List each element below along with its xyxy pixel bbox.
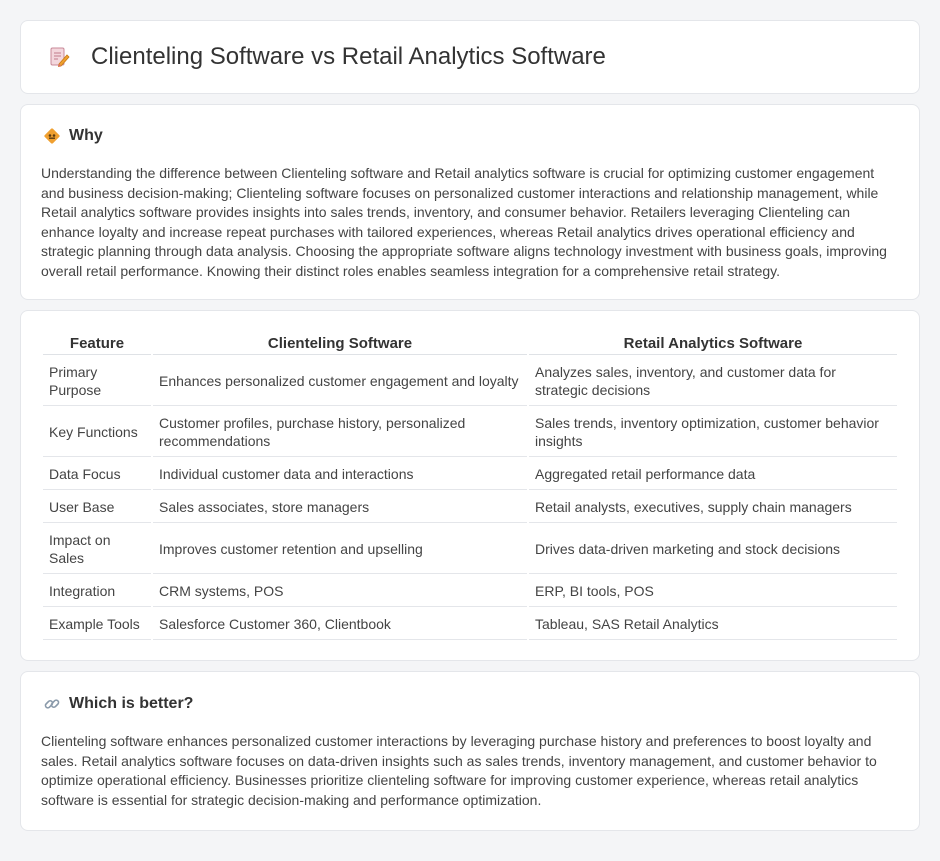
table-cell-clienteling: Sales associates, store managers — [153, 492, 527, 523]
table-cell-feature: Impact on Sales — [43, 525, 151, 574]
table-cell-clienteling: Enhances personalized customer engagemen… — [153, 357, 527, 406]
table-cell-feature: Example Tools — [43, 609, 151, 640]
link-icon — [43, 695, 61, 713]
which-is-better-section: Which is better? Clienteling software en… — [20, 671, 920, 831]
table-row: Data Focus Individual customer data and … — [43, 459, 897, 490]
page: Clienteling Software vs Retail Analytics… — [0, 0, 940, 861]
table-cell-retail-analytics: ERP, BI tools, POS — [529, 576, 897, 607]
table-header-retail-analytics: Retail Analytics Software — [529, 332, 897, 355]
table-cell-clienteling: CRM systems, POS — [153, 576, 527, 607]
header-card: Clienteling Software vs Retail Analytics… — [20, 20, 920, 94]
table-cell-feature: Integration — [43, 576, 151, 607]
table-row: Primary Purpose Enhances personalized cu… — [43, 357, 897, 406]
table-row: Integration CRM systems, POS ERP, BI too… — [43, 576, 897, 607]
table-cell-retail-analytics: Drives data-driven marketing and stock d… — [529, 525, 897, 574]
document-pencil-icon — [47, 45, 71, 69]
comparison-table-card: Feature Clienteling Software Retail Anal… — [20, 310, 920, 661]
table-header-feature: Feature — [43, 332, 151, 355]
comparison-table: Feature Clienteling Software Retail Anal… — [41, 330, 899, 642]
table-header-clienteling: Clienteling Software — [153, 332, 527, 355]
table-cell-clienteling: Salesforce Customer 360, Clientbook — [153, 609, 527, 640]
table-cell-feature: User Base — [43, 492, 151, 523]
table-cell-feature: Primary Purpose — [43, 357, 151, 406]
table-cell-retail-analytics: Retail analysts, executives, supply chai… — [529, 492, 897, 523]
table-cell-retail-analytics: Aggregated retail performance data — [529, 459, 897, 490]
table-cell-retail-analytics: Sales trends, inventory optimization, cu… — [529, 408, 897, 457]
better-title: Which is better? — [69, 695, 194, 712]
table-header-row: Feature Clienteling Software Retail Anal… — [43, 332, 897, 355]
page-title: Clienteling Software vs Retail Analytics… — [91, 43, 606, 70]
better-heading: Which is better? — [41, 693, 899, 715]
table-row: User Base Sales associates, store manage… — [43, 492, 897, 523]
table-cell-feature: Data Focus — [43, 459, 151, 490]
table-cell-clienteling: Customer profiles, purchase history, per… — [153, 408, 527, 457]
table-cell-retail-analytics: Analyzes sales, inventory, and customer … — [529, 357, 897, 406]
table-cell-clienteling: Improves customer retention and upsellin… — [153, 525, 527, 574]
why-section: Why Understanding the difference between… — [20, 104, 920, 300]
diamond-sign-icon — [43, 127, 61, 145]
table-row: Key Functions Customer profiles, purchas… — [43, 408, 897, 457]
table-row: Example Tools Salesforce Customer 360, C… — [43, 609, 897, 640]
table-row: Impact on Sales Improves customer retent… — [43, 525, 897, 574]
table-cell-feature: Key Functions — [43, 408, 151, 457]
table-cell-clienteling: Individual customer data and interaction… — [153, 459, 527, 490]
why-text: Understanding the difference between Cli… — [41, 165, 887, 279]
table-cell-retail-analytics: Tableau, SAS Retail Analytics — [529, 609, 897, 640]
why-heading: Why — [41, 125, 899, 147]
why-title: Why — [69, 127, 103, 144]
better-text: Clienteling software enhances personaliz… — [41, 733, 877, 808]
